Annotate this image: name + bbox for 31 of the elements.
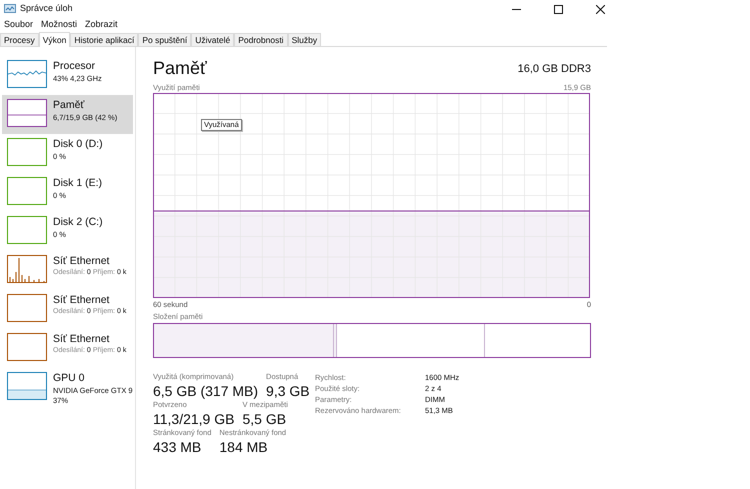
item-name: Procesor xyxy=(53,60,96,73)
stat-value: 184 MB xyxy=(219,438,269,456)
stat-value: 9,3 GB xyxy=(266,382,310,400)
item-name: Disk 1 (E:) xyxy=(53,177,102,190)
tab[interactable]: Uživatelé xyxy=(191,33,234,46)
tab[interactable]: Historie aplikací xyxy=(70,33,138,46)
panel-title: Paměť xyxy=(153,57,207,79)
app-icon xyxy=(4,4,16,14)
item-name: Disk 2 (C:) xyxy=(53,216,103,229)
menu-item[interactable]: Zobrazit xyxy=(85,18,118,32)
item-name: Síť Ethernet xyxy=(53,255,110,268)
item-name: Síť Ethernet xyxy=(53,333,110,346)
stat-value: 433 MB xyxy=(153,438,202,456)
window-title: Správce úloh xyxy=(20,2,73,16)
stat-value: 5,5 GB xyxy=(242,410,288,428)
maximize-icon[interactable] xyxy=(554,4,563,14)
item-name: Disk 0 (D:) xyxy=(53,138,103,151)
menu-item[interactable]: Možnosti xyxy=(41,18,78,32)
stat-value: 11,3/21,9 GB xyxy=(153,410,234,428)
item-name: Síť Ethernet xyxy=(53,294,110,307)
hardware-label: 16,0 GB DDR3 xyxy=(518,62,591,76)
item-name: GPU 0 xyxy=(53,372,86,385)
tab[interactable]: Procesy xyxy=(0,33,39,46)
tab[interactable]: Výkon xyxy=(38,32,70,47)
stat-value: 6,5 GB (317 MB) xyxy=(153,382,258,400)
menu-item[interactable]: Soubor xyxy=(4,18,34,32)
tab[interactable]: Služby xyxy=(288,33,322,46)
item-name: Paměť xyxy=(53,99,86,112)
tab[interactable]: Po spuštění xyxy=(138,33,192,46)
tab[interactable]: Podrobnosti xyxy=(234,33,288,46)
close-icon[interactable] xyxy=(596,4,605,14)
